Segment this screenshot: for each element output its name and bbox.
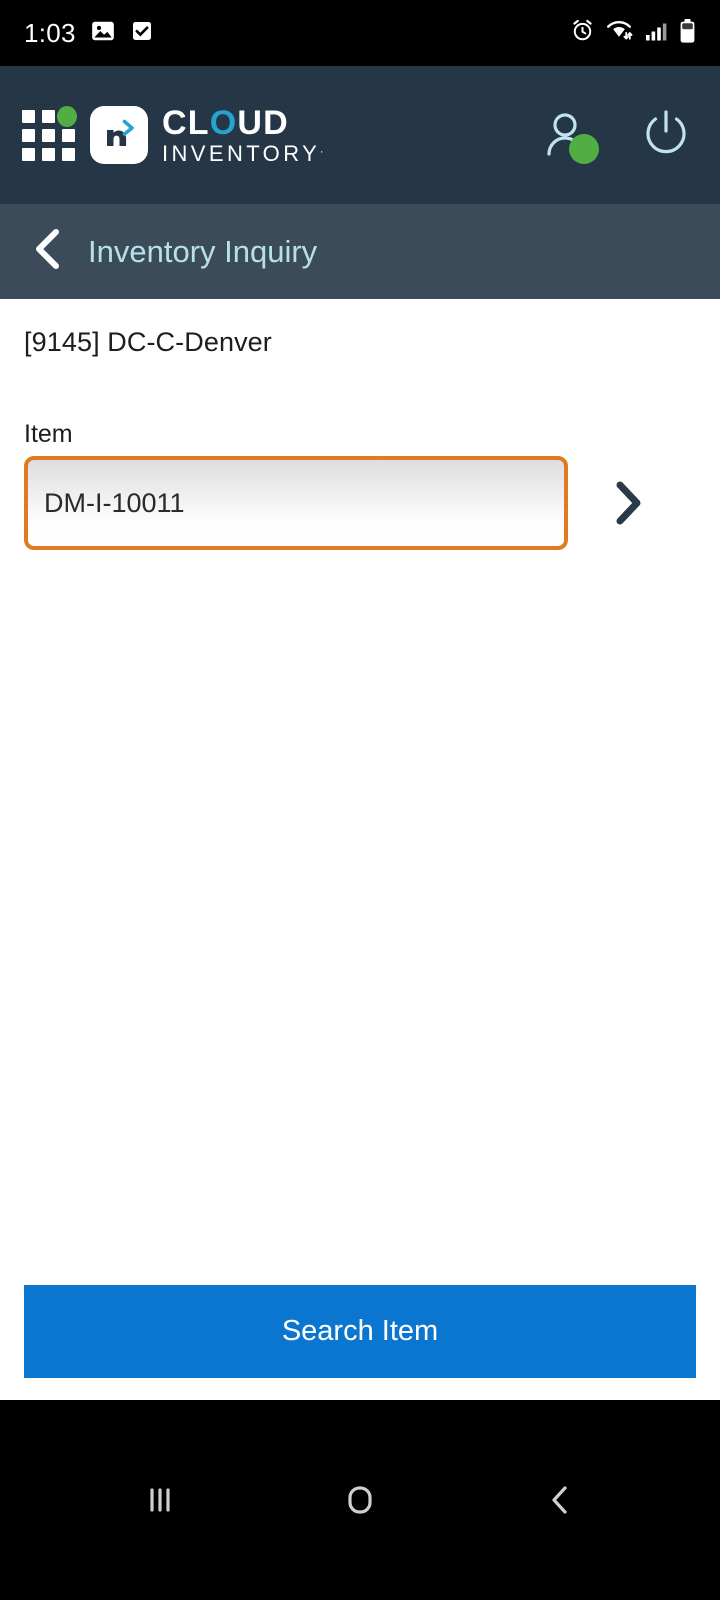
page-sub-header: Inventory Inquiry <box>0 204 720 299</box>
home-icon[interactable] <box>315 1455 405 1545</box>
image-icon <box>90 18 116 49</box>
user-icon[interactable] <box>540 107 599 164</box>
phone-screen: 1:03 CLOUD INVENTORY. Inventory Inquiry … <box>0 0 720 1600</box>
app-header: CLOUD INVENTORY. <box>0 66 720 204</box>
search-item-button[interactable]: Search Item <box>24 1285 696 1378</box>
item-input[interactable] <box>24 456 568 550</box>
battery-icon <box>679 18 696 49</box>
main-content: [9145] DC-C-Denver Item Search Item <box>0 299 720 1400</box>
alarm-icon <box>570 18 595 48</box>
user-status-dot <box>569 134 599 164</box>
grid-menu-status-dot <box>57 106 77 127</box>
item-field-label: Item <box>24 420 73 448</box>
wifi-icon <box>606 18 633 48</box>
checkbox-checked-icon <box>130 19 154 48</box>
chevron-right-icon[interactable] <box>604 479 652 527</box>
footer-actions: Search Item <box>0 1285 720 1400</box>
brand-name-inventory: INVENTORY. <box>162 140 327 166</box>
status-bar-clock: 1:03 <box>24 17 76 48</box>
status-bar-left: 1:03 <box>24 18 154 49</box>
grid-menu-icon[interactable] <box>22 106 77 162</box>
nav-back-icon[interactable] <box>515 1455 605 1545</box>
app-header-actions <box>540 105 694 166</box>
signal-icon <box>644 19 668 48</box>
location-label: [9145] DC-C-Denver <box>24 327 272 357</box>
brand-name-cloud: CLOUD <box>162 103 289 142</box>
nclouds-logo-mark <box>90 106 148 164</box>
page-title: Inventory Inquiry <box>88 233 318 269</box>
recents-icon[interactable] <box>115 1455 205 1545</box>
status-bar: 1:03 <box>0 0 720 66</box>
status-bar-right <box>570 18 696 49</box>
brand-wordmark: CLOUD INVENTORY. <box>162 106 327 165</box>
item-field-row <box>24 456 696 550</box>
back-button[interactable] <box>30 227 66 276</box>
brand-area: CLOUD INVENTORY. <box>22 106 327 165</box>
android-nav-bar <box>0 1400 720 1600</box>
power-icon[interactable] <box>638 105 694 166</box>
